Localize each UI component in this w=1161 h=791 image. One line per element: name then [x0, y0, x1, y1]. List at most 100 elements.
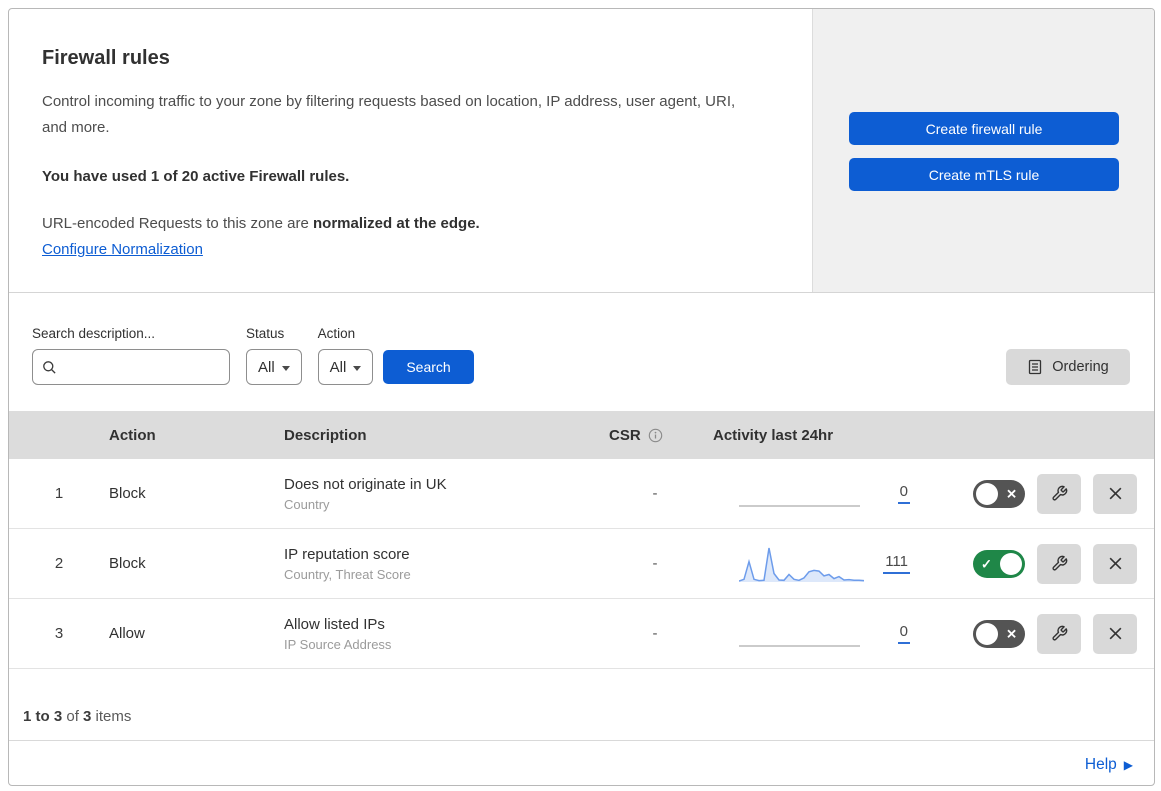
rule-activity: 0 — [701, 613, 936, 655]
filter-toolbar: Search description... Status All Action … — [9, 293, 1154, 411]
search-button[interactable]: Search — [383, 350, 474, 384]
search-box — [32, 349, 230, 385]
ordering-list-icon — [1027, 359, 1043, 375]
delete-rule-button[interactable] — [1093, 473, 1137, 514]
edit-rule-button[interactable] — [1037, 613, 1081, 654]
page-title: Firewall rules — [42, 47, 170, 69]
search-icon — [42, 360, 57, 375]
rule-priority: 3 — [54, 625, 64, 642]
action-select-value: All — [329, 358, 347, 376]
header-section: Firewall rules Control incoming traffic … — [9, 9, 1154, 293]
action-filter-group: Action All — [317, 326, 374, 385]
pagination-summary: 1 to 3 of 3 items — [9, 669, 1154, 741]
rule-enabled-toggle[interactable]: ✓ ✕ — [973, 619, 1025, 648]
help-link-label: Help — [1084, 755, 1117, 773]
items-word: items — [91, 708, 132, 725]
configure-normalization-link[interactable]: Configure Normalization — [42, 241, 203, 258]
activity-sparkline — [738, 543, 865, 585]
action-label: Action — [317, 326, 356, 341]
chevron-down-icon — [281, 365, 290, 371]
normalization-note: URL-encoded Requests to this zone are no… — [42, 215, 772, 232]
ordering-button[interactable]: Ordering — [1006, 349, 1130, 385]
page-description: Control incoming traffic to your zone by… — [42, 93, 736, 136]
info-icon[interactable] — [648, 428, 663, 443]
rule-csr: - — [652, 625, 658, 642]
column-activity: Activity last 24hr — [713, 426, 834, 444]
status-select-value: All — [258, 358, 275, 376]
column-csr: CSR — [609, 427, 701, 444]
table-row: 2 Block IP reputation score Country, Thr… — [9, 529, 1154, 599]
column-csr-label: CSR — [609, 426, 641, 444]
search-group: Search description... — [32, 326, 230, 385]
edit-rule-button[interactable] — [1037, 473, 1081, 514]
status-label: Status — [246, 326, 285, 341]
rule-csr: - — [652, 555, 658, 572]
help-bar: Help ▶ — [9, 741, 1154, 785]
rule-priority: 1 — [54, 485, 64, 502]
close-icon — [1108, 626, 1123, 641]
toggle-knob — [976, 482, 998, 505]
rule-fields: Country — [284, 496, 330, 512]
search-label: Search description... — [32, 326, 156, 341]
search-input[interactable] — [64, 359, 220, 375]
rule-title: Does not originate in UK — [284, 475, 447, 493]
chevron-down-icon — [353, 365, 362, 371]
x-icon: ✕ — [1006, 486, 1017, 501]
create-firewall-rule-button[interactable]: Create firewall rule — [849, 112, 1119, 145]
check-icon: ✓ — [981, 556, 992, 571]
column-description: Description — [284, 426, 367, 444]
actions-panel: Create firewall rule Create mTLS rule — [812, 9, 1154, 292]
status-filter-group: Status All — [246, 326, 302, 385]
arrow-right-icon: ▶ — [1123, 757, 1133, 772]
header-content: Firewall rules Control incoming traffic … — [9, 9, 812, 292]
status-select[interactable]: All — [246, 349, 302, 385]
items-range: 1 to 3 — [23, 708, 63, 725]
toggle-knob — [1000, 552, 1022, 575]
rule-action: Block — [109, 485, 146, 502]
rule-title: Allow listed IPs — [284, 615, 385, 633]
activity-count-link[interactable]: 111 — [883, 553, 910, 574]
table-header: Action Description CSR Activity last 24h… — [9, 411, 1154, 459]
rule-enabled-toggle[interactable]: ✓ ✕ — [973, 549, 1025, 578]
delete-rule-button[interactable] — [1093, 613, 1137, 654]
rule-controls: ✓ ✕ — [936, 473, 1154, 514]
activity-count-link[interactable]: 0 — [897, 623, 910, 644]
rule-priority: 2 — [54, 555, 64, 572]
rule-enabled-toggle[interactable]: ✓ ✕ — [973, 479, 1025, 508]
normalization-text: URL-encoded Requests to this zone are — [42, 215, 313, 232]
table-row: 1 Block Does not originate in UK Country… — [9, 459, 1154, 529]
toggle-knob — [976, 622, 998, 645]
wrench-icon — [1051, 485, 1068, 502]
delete-rule-button[interactable] — [1093, 543, 1137, 584]
usage-note: You have used 1 of 20 active Firewall ru… — [42, 168, 350, 185]
rule-controls: ✓ ✕ — [936, 613, 1154, 654]
column-action: Action — [109, 426, 156, 444]
close-icon — [1108, 486, 1123, 501]
activity-sparkline — [739, 613, 864, 655]
close-icon — [1108, 556, 1123, 571]
rule-description: Allow listed IPs IP Source Address — [284, 616, 609, 652]
rule-title: IP reputation score — [284, 545, 410, 563]
help-link[interactable]: Help ▶ — [1085, 756, 1133, 774]
rule-activity: 0 — [701, 473, 936, 515]
rule-description: Does not originate in UK Country — [284, 476, 609, 512]
edit-rule-button[interactable] — [1037, 543, 1081, 584]
create-mtls-rule-button[interactable]: Create mTLS rule — [849, 158, 1119, 191]
activity-count-link[interactable]: 0 — [897, 483, 910, 504]
rule-controls: ✓ ✕ — [936, 543, 1154, 584]
rule-description: IP reputation score Country, Threat Scor… — [284, 546, 609, 582]
rule-csr: - — [652, 485, 658, 502]
x-icon: ✕ — [1006, 626, 1017, 641]
table-row: 3 Allow Allow listed IPs IP Source Addre… — [9, 599, 1154, 669]
firewall-rules-card: Firewall rules Control incoming traffic … — [8, 8, 1155, 786]
rule-activity: 111 — [701, 543, 936, 585]
wrench-icon — [1051, 555, 1068, 572]
activity-sparkline — [739, 473, 864, 515]
items-of: of — [62, 708, 84, 725]
wrench-icon — [1051, 625, 1068, 642]
action-select[interactable]: All — [317, 349, 374, 385]
rule-action: Block — [109, 555, 146, 572]
ordering-button-label: Ordering — [1052, 359, 1109, 375]
rule-action: Allow — [109, 625, 145, 642]
rule-fields: Country, Threat Score — [284, 566, 411, 582]
